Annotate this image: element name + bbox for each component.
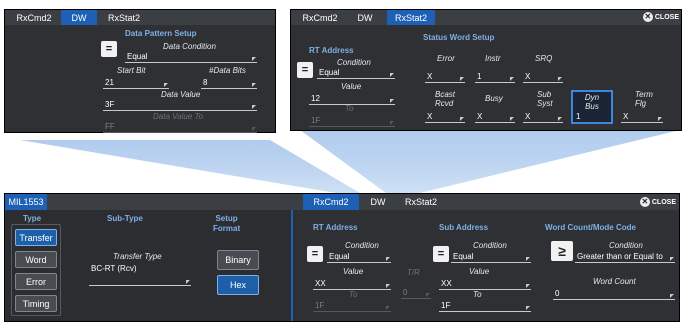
to-label: To — [345, 104, 354, 113]
start-bit-label: Start Bit — [117, 66, 146, 75]
word-count-label: Word Count — [593, 277, 636, 286]
error-field[interactable]: X — [425, 72, 465, 83]
tab-rxcmd2[interactable]: RxCmd2 — [297, 10, 343, 25]
word-button[interactable]: Word — [15, 251, 57, 268]
condition-label: Condition — [337, 58, 371, 67]
equal-icon[interactable]: = — [307, 246, 323, 262]
tab-rxcmd2[interactable]: RxCmd2 — [303, 194, 359, 210]
close-label: CLOSE — [651, 198, 676, 206]
dyn-bus-label: Dyn Bus — [584, 93, 600, 111]
subtype-title: Sub-Type — [107, 214, 143, 223]
tab-rxstat2[interactable]: RxStat2 — [387, 10, 435, 25]
transfer-type-label: Transfer Type — [113, 252, 162, 261]
hex-button[interactable]: Hex — [217, 275, 259, 295]
status-word-title: Status Word Setup — [423, 33, 495, 42]
equal-icon[interactable]: = — [433, 246, 449, 262]
type-title: Type — [23, 214, 42, 223]
tab-dw[interactable]: DW — [347, 10, 383, 25]
word-count-title: Word Count/Mode Code — [545, 223, 636, 232]
value-label: Value — [341, 82, 362, 91]
tab-rxstat2[interactable]: RxStat2 — [101, 10, 147, 25]
rt-address-title: RT Address — [309, 46, 354, 55]
close-icon: ✕ — [639, 197, 650, 207]
close-icon: ✕ — [642, 12, 653, 22]
data-bits-label: #Data Bits — [209, 66, 246, 75]
data-value-to-label: Data Value To — [153, 112, 204, 121]
term-flg-label: Term Flg — [635, 90, 653, 108]
sa-value-field[interactable]: XX — [439, 279, 531, 290]
dyn-bus-value: 1 — [576, 112, 581, 121]
mil1553-panel: MIL1553 RxCmd2 DW RxStat2 ✕ CLOSE Type T… — [4, 193, 680, 322]
rt-value-field[interactable]: XX — [313, 279, 391, 290]
tab-bar: RxCmd2 DW RxStat2 — [5, 10, 275, 25]
srq-field[interactable]: X — [523, 72, 563, 83]
beam-left — [20, 140, 360, 193]
section-title: Data Pattern Setup — [125, 29, 197, 38]
tab-bar: RxCmd2 DW RxStat2 ✕ CLOSE — [291, 10, 681, 25]
tab-dw[interactable]: DW — [61, 10, 97, 25]
rt-to-label: To — [349, 290, 358, 299]
sa-condition-label: Condition — [473, 241, 507, 250]
sub-syst-field[interactable]: X — [523, 112, 563, 123]
binary-button[interactable]: Binary — [217, 250, 259, 270]
tab-dw[interactable]: DW — [361, 194, 395, 210]
equal-icon[interactable]: = — [297, 62, 313, 78]
sa-to-label: To — [473, 290, 482, 299]
dyn-bus-field[interactable]: Dyn Bus 1 — [571, 90, 613, 124]
data-condition-label: Data Condition — [163, 42, 216, 51]
close-button[interactable]: ✕ CLOSE — [639, 197, 676, 207]
tab-rxstat2[interactable]: RxStat2 — [397, 194, 445, 210]
instr-label: Instr — [485, 54, 501, 63]
gte-icon[interactable]: ≥ — [551, 241, 573, 261]
sub-address-title: Sub Address — [439, 223, 489, 232]
wc-condition-label: Condition — [609, 241, 643, 250]
sub-syst-label: Sub Syst — [537, 90, 553, 108]
bcast-rcvd-field[interactable]: X — [425, 112, 465, 123]
word-count-field[interactable]: 0 — [553, 289, 675, 300]
close-button[interactable]: ✕ CLOSE — [642, 12, 679, 22]
bcast-rcvd-label: Bcast Rcvd — [435, 90, 456, 108]
timing-button[interactable]: Timing — [15, 295, 57, 312]
to-field: 1F — [309, 116, 395, 127]
error-label: Error — [437, 54, 455, 63]
srq-label: SRQ — [535, 54, 553, 63]
rt-to-field: 1F — [313, 301, 391, 312]
beam-right — [300, 130, 680, 193]
instr-field[interactable]: 1 — [475, 72, 515, 83]
sa-condition-select[interactable]: Equal — [451, 252, 531, 263]
tr-label: T/R — [407, 268, 420, 277]
wc-condition-select[interactable]: Greater than or Equal to — [575, 252, 675, 263]
rt-value-label: Value — [343, 267, 364, 276]
rt-address-title: RT Address — [313, 223, 358, 232]
close-label: CLOSE — [654, 13, 679, 21]
error-button[interactable]: Error — [15, 273, 57, 290]
data-bits-field[interactable]: 8 — [201, 78, 257, 89]
busy-field[interactable]: X — [475, 112, 515, 123]
sa-value-label: Value — [469, 267, 490, 276]
data-value-to-field: FF — [103, 122, 257, 133]
tab-mil1553[interactable]: MIL1553 — [5, 194, 47, 210]
rt-condition-label: Condition — [345, 241, 379, 250]
busy-label: Busy — [485, 94, 503, 103]
equal-icon[interactable]: = — [101, 41, 117, 57]
tab-bar: MIL1553 RxCmd2 DW RxStat2 ✕ CLOSE — [5, 194, 679, 210]
tr-field: 0 — [401, 288, 431, 299]
data-condition-select[interactable]: Equal — [125, 52, 257, 63]
data-value-field[interactable]: 3F — [103, 100, 257, 111]
setup-format-title: Setup Format — [213, 214, 241, 233]
tab-rxcmd2[interactable]: RxCmd2 — [11, 10, 57, 25]
transfer-type-select[interactable]: BC-RT (Rcv) — [89, 264, 191, 286]
data-pattern-panel: RxCmd2 DW RxStat2 Data Pattern Setup = D… — [4, 9, 276, 133]
data-value-label: Data Value — [161, 90, 201, 99]
sa-to-field[interactable]: 1F — [439, 301, 531, 312]
transfer-button[interactable]: Transfer — [15, 229, 57, 246]
rt-condition-select[interactable]: Equal — [327, 252, 391, 263]
status-word-panel: RxCmd2 DW RxStat2 ✕ CLOSE RT Address Sta… — [290, 9, 682, 131]
condition-select[interactable]: Equal — [317, 68, 395, 79]
start-bit-field[interactable]: 21 — [103, 78, 169, 89]
term-flg-field[interactable]: X — [621, 112, 663, 123]
